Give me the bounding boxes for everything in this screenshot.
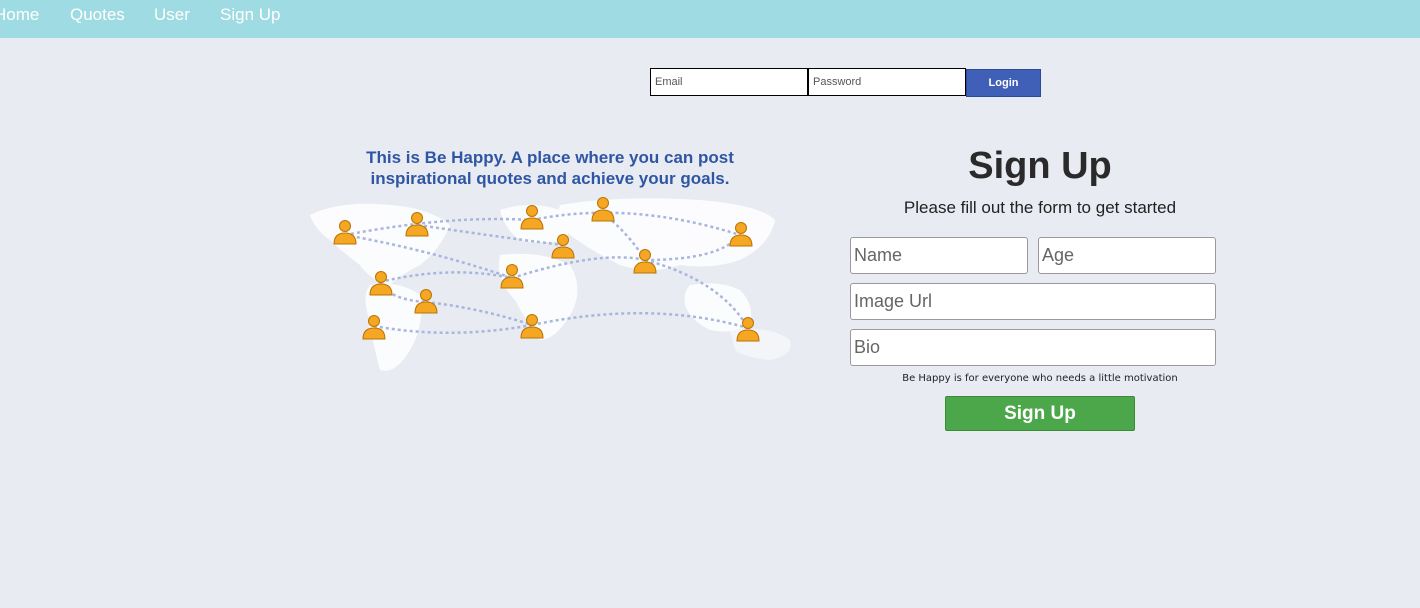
hero-tagline: This is Be Happy. A place where you can … (330, 147, 770, 189)
signup-title: Sign Up (968, 145, 1112, 187)
nav-quotes-link[interactable]: Quotes (70, 5, 125, 25)
bio-input[interactable] (850, 329, 1216, 366)
nav-signup-link[interactable]: Sign Up (220, 5, 280, 25)
login-button[interactable]: Login (966, 69, 1041, 97)
signup-note: Be Happy is for everyone who needs a lit… (902, 373, 1178, 384)
signup-button[interactable]: Sign Up (945, 396, 1135, 431)
name-input[interactable] (850, 237, 1028, 274)
age-input[interactable] (1038, 237, 1216, 274)
signup-subtitle: Please fill out the form to get started (903, 198, 1177, 217)
login-email-input[interactable] (650, 68, 808, 96)
nav-home-link[interactable]: Home (0, 5, 39, 25)
nav-user-link[interactable]: User (154, 5, 190, 25)
tagline-line-2: inspirational quotes and achieve your go… (370, 169, 730, 188)
navbar: Home Quotes User Sign Up (0, 0, 1420, 38)
tagline-line-1: This is Be Happy. A place where you can … (366, 148, 734, 167)
image-url-input[interactable] (850, 283, 1216, 320)
login-password-input[interactable] (808, 68, 966, 96)
world-network-illustration (310, 197, 791, 371)
